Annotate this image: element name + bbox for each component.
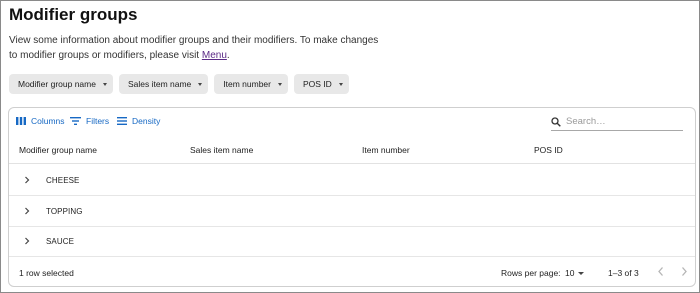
filter-modifier-group-name[interactable]: Modifier group name	[9, 74, 113, 94]
column-header-modifier-group-name[interactable]: Modifier group name	[19, 145, 97, 155]
rows-per-page-label: Rows per page:	[501, 268, 561, 278]
caret-down-icon	[338, 82, 343, 86]
filters-label: Filters	[86, 116, 110, 126]
previous-page-icon[interactable]	[657, 266, 665, 277]
table-row[interactable]: TOPPING	[9, 196, 695, 227]
caret-down-icon	[198, 82, 203, 86]
chevron-right-icon[interactable]	[24, 176, 30, 184]
filter-label: Item number	[223, 79, 271, 89]
grid-footer: 1 row selected Rows per page: 10 1–3 of …	[9, 257, 695, 287]
filter-label: Modifier group name	[18, 79, 96, 89]
next-page-icon[interactable]	[680, 266, 688, 277]
grid-toolbar: Columns Filters Density	[9, 108, 695, 135]
search-input[interactable]	[566, 116, 676, 127]
caret-down-icon	[278, 82, 282, 86]
search-icon	[551, 116, 561, 127]
pagination-range: 1–3 of 3	[608, 268, 639, 278]
caret-down-icon	[102, 82, 107, 86]
columns-label: Columns	[31, 116, 65, 126]
page-title: Modifier groups	[9, 5, 138, 24]
app-frame: Modifier groups View some information ab…	[0, 0, 700, 293]
row-modifier-group-name: TOPPING	[46, 207, 83, 216]
description-text: View some information about modifier gro…	[9, 35, 379, 61]
description-end: .	[226, 50, 230, 61]
filter-chips: Modifier group name Sales item name Item…	[9, 74, 349, 94]
page-description: View some information about modifier gro…	[9, 33, 379, 63]
selection-count: 1 row selected	[19, 268, 74, 278]
filter-pos-id[interactable]: POS ID	[294, 74, 349, 94]
filter-sales-item-name[interactable]: Sales item name	[118, 74, 209, 94]
filter-label: Sales item name	[127, 79, 192, 89]
rows-per-page-select[interactable]: 10	[565, 268, 585, 278]
rows-per-page-value: 10	[565, 268, 575, 278]
column-header-pos-id[interactable]: POS ID	[534, 145, 563, 155]
caret-down-icon	[578, 271, 585, 275]
filter-icon	[70, 117, 81, 125]
table-row[interactable]: SAUCE	[9, 226, 695, 257]
chevron-right-icon[interactable]	[24, 237, 30, 245]
chevron-right-icon[interactable]	[24, 207, 30, 215]
columns-button[interactable]: Columns	[16, 116, 65, 126]
table-header: Modifier group name Sales item name Item…	[9, 135, 695, 164]
filters-button[interactable]: Filters	[70, 116, 109, 126]
data-grid: Columns Filters Density Search… Modifier…	[8, 107, 696, 287]
search-box	[551, 113, 683, 131]
row-modifier-group-name: CHEESE	[46, 176, 80, 185]
filter-item-number[interactable]: Item number	[214, 74, 288, 94]
filter-label: POS ID	[303, 79, 332, 89]
table-row[interactable]: CHEESE	[9, 165, 695, 196]
density-icon	[117, 117, 127, 125]
column-header-item-number[interactable]: Item number	[362, 145, 410, 155]
columns-icon	[16, 117, 26, 125]
column-header-sales-item-name[interactable]: Sales item name	[190, 145, 253, 155]
density-label: Density	[132, 116, 161, 126]
row-modifier-group-name: SAUCE	[46, 237, 75, 246]
menu-link[interactable]: Menu	[202, 50, 227, 61]
density-button[interactable]: Density	[117, 116, 160, 126]
